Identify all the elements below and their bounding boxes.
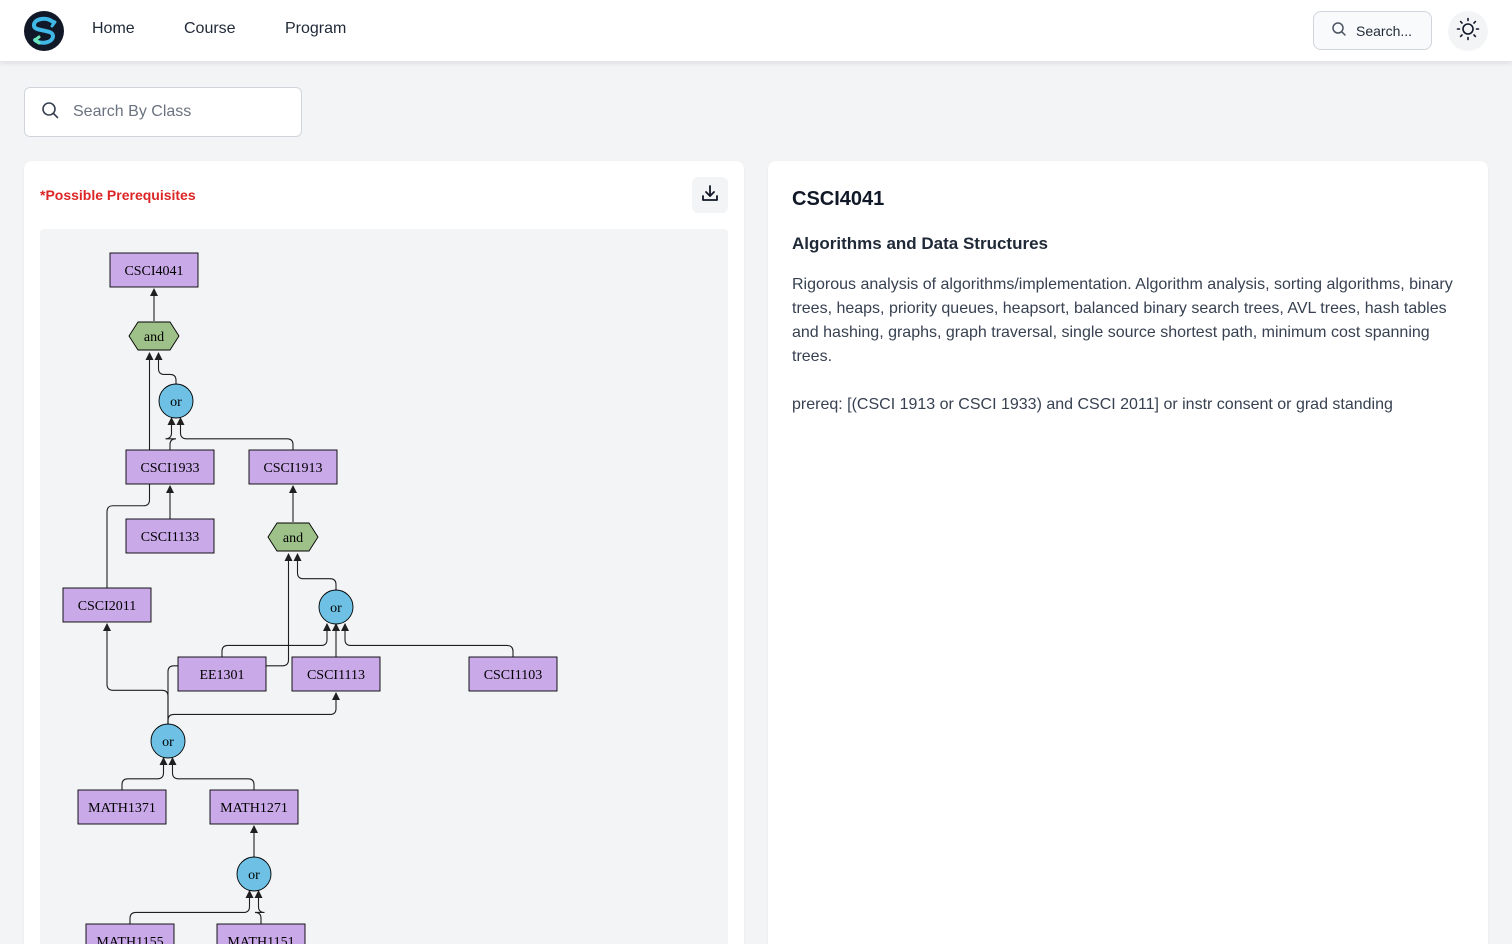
- graph-node-or[interactable]: or: [150, 723, 186, 759]
- search-icon: [1331, 21, 1347, 40]
- graph-edge: [165, 417, 177, 450]
- nav-link-home[interactable]: Home: [92, 20, 135, 38]
- prerequisites-title: *Possible Prerequisites: [40, 187, 196, 203]
- course-detail-panel: CSCI4041 Algorithms and Data Structures …: [768, 161, 1488, 944]
- graph-node-course[interactable]: EE1301: [177, 656, 267, 692]
- global-search-label: Search...: [1356, 22, 1413, 39]
- graph-edge: [168, 757, 255, 790]
- graph-node-course[interactable]: MATH1271: [209, 789, 299, 825]
- class-search-input[interactable]: [73, 103, 273, 121]
- graph-node-label: or: [248, 868, 260, 883]
- course-prereq-text: prereq: [(CSCI 1913 or CSCI 1933) and CS…: [792, 396, 1393, 413]
- graph-node-course[interactable]: CSCI1103: [468, 656, 558, 692]
- sun-icon: [1456, 17, 1480, 46]
- graph-node-label: CSCI1103: [484, 668, 543, 683]
- graph-node-label: EE1301: [199, 668, 244, 683]
- graph-node-label: or: [170, 395, 182, 410]
- graph-node-label: MATH1151: [227, 935, 294, 944]
- graph-edge: [103, 623, 169, 726]
- course-code: CSCI4041: [792, 188, 885, 210]
- graph-node-label: CSCI2011: [78, 599, 137, 614]
- graph-node-label: CSCI1933: [140, 461, 199, 476]
- graph-edge: [341, 623, 514, 657]
- graph-node-and[interactable]: and: [267, 522, 319, 552]
- graph-node-label: CSCI1113: [307, 668, 365, 683]
- graph-node-label: or: [162, 735, 174, 750]
- graph-node-course[interactable]: CSCI4041: [109, 252, 199, 288]
- graph-edge: [121, 757, 168, 790]
- graph-node-course[interactable]: MATH1371: [77, 789, 167, 825]
- graph-edge: [176, 417, 294, 450]
- app-logo[interactable]: [24, 11, 64, 51]
- graph-node-label: or: [330, 601, 342, 616]
- graph-edge: [221, 623, 331, 657]
- graph-node-label: CSCI1913: [263, 461, 322, 476]
- graph-node-label: CSCI4041: [124, 264, 183, 279]
- theme-toggle-button[interactable]: [1448, 11, 1488, 51]
- graph-edge: [167, 553, 293, 726]
- nav-link-program[interactable]: Program: [285, 20, 346, 38]
- graph-node-label: MATH1155: [96, 935, 163, 944]
- graph-edge: [154, 352, 177, 386]
- graph-node-course[interactable]: MATH1151: [216, 923, 306, 944]
- graph-node-course[interactable]: CSCI1913: [248, 449, 338, 485]
- graph-node-label: MATH1371: [88, 801, 156, 816]
- graph-edge: [254, 890, 265, 924]
- prerequisites-panel: *Possible Prerequisites CSCI4041 and or CSC…: [24, 161, 744, 944]
- nav-link-course[interactable]: Course: [184, 20, 236, 38]
- graph-edge: [167, 692, 340, 726]
- graph-node-course[interactable]: CSCI1113: [291, 656, 381, 692]
- graph-node-and[interactable]: and: [128, 321, 180, 351]
- graph-node-label: and: [144, 330, 164, 345]
- prerequisite-graph-svg: CSCI4041 and or CSCI1933 CSCI1913 CSCI1133 and…: [62, 252, 558, 944]
- graph-node-label: MATH1271: [220, 801, 288, 816]
- graph-edges: [103, 288, 514, 924]
- search-icon: [41, 101, 59, 124]
- top-navbar: Home Course Program Search...: [0, 0, 1512, 62]
- class-search-box[interactable]: [24, 87, 302, 137]
- download-icon: [700, 183, 720, 208]
- graph-nodes: CSCI4041 and or CSCI1933 CSCI1913 CSCI1133 and…: [62, 252, 558, 944]
- graph-node-label: CSCI1133: [141, 530, 200, 545]
- graph-node-course[interactable]: MATH1155: [85, 923, 175, 944]
- graph-edge: [293, 553, 337, 592]
- graph-edge: [129, 890, 254, 924]
- prerequisite-graph[interactable]: CSCI4041 and or CSCI1933 CSCI1913 CSCI1133 and…: [40, 229, 728, 944]
- graph-node-or[interactable]: or: [236, 856, 272, 892]
- course-name: Algorithms and Data Structures: [792, 234, 1048, 253]
- graph-node-course[interactable]: CSCI1933: [125, 449, 215, 485]
- graph-node-course[interactable]: CSCI1133: [125, 518, 215, 554]
- graph-node-course[interactable]: CSCI2011: [62, 587, 152, 623]
- global-search-button[interactable]: Search...: [1313, 11, 1432, 50]
- graph-node-label: and: [283, 531, 303, 546]
- download-graph-button[interactable]: [692, 177, 728, 213]
- course-description: Rigorous analysis of algorithms/implemen…: [792, 276, 1453, 365]
- graph-node-or[interactable]: or: [158, 383, 194, 419]
- graph-node-or[interactable]: or: [318, 589, 354, 625]
